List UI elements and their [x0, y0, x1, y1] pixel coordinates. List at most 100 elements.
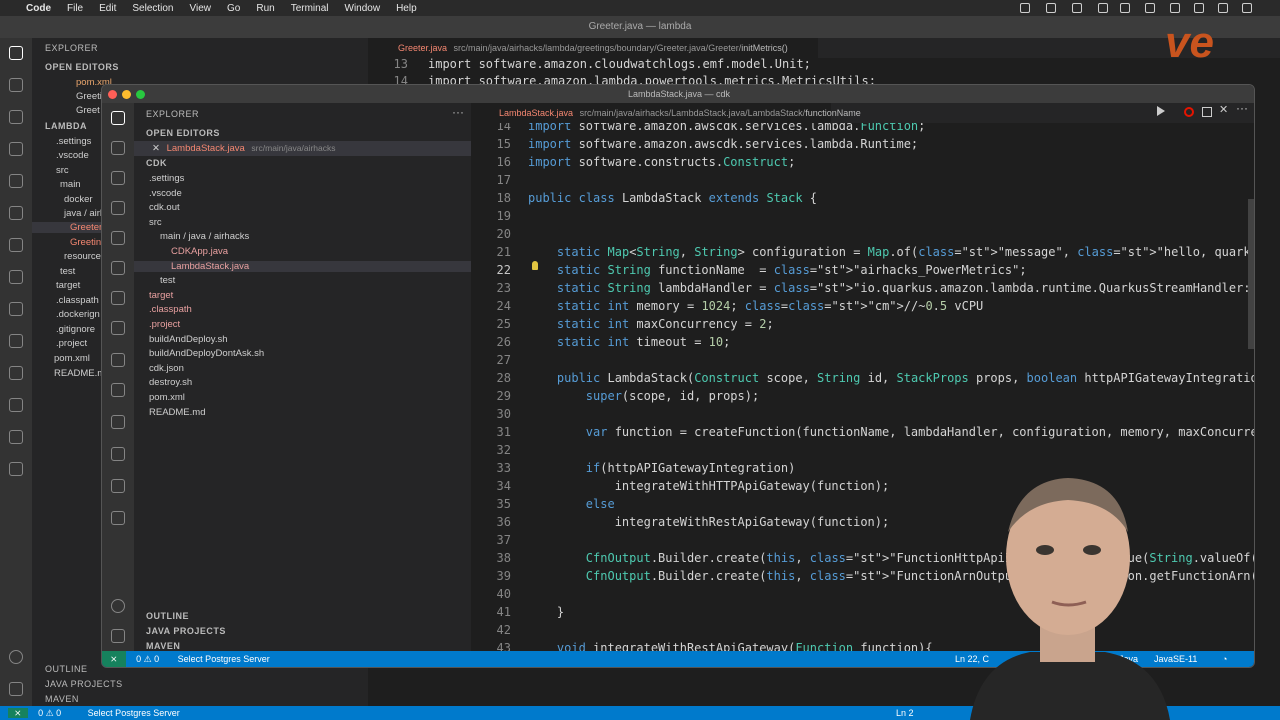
tree-item[interactable]: .dockerign [56, 309, 100, 320]
open-editors-header[interactable]: OPEN EDITORS [146, 128, 220, 138]
remote-icon[interactable] [111, 261, 125, 275]
outline-header[interactable]: OUTLINE [146, 611, 189, 621]
bookmark-icon[interactable] [9, 366, 23, 380]
tree-item[interactable]: main / java / airhacks [134, 231, 471, 242]
code-line[interactable]: import software.constructs.Construct; [528, 155, 795, 169]
code-line[interactable]: static String lambdaHandler = class="st"… [528, 281, 1254, 295]
remote-icon[interactable] [9, 206, 23, 220]
tree-item[interactable]: .settings [134, 173, 471, 184]
code-line[interactable]: integrateWithHTTPApiGateway(function); [528, 479, 890, 493]
extensions-icon[interactable] [111, 231, 125, 245]
tree-item[interactable]: .vscode [56, 150, 89, 161]
search-icon[interactable] [9, 78, 23, 92]
display-tray-icon[interactable] [1098, 3, 1108, 13]
more-actions-icon[interactable]: ··· [452, 105, 464, 119]
notifications-icon[interactable]: ◔ [1222, 651, 1227, 667]
gear-icon[interactable] [9, 682, 23, 696]
gear-icon[interactable] [111, 629, 125, 643]
clock-tray-icon[interactable] [1046, 3, 1056, 13]
tree-item[interactable]: destroy.sh [134, 377, 471, 388]
tree-item-selected[interactable]: Greeter [32, 222, 102, 233]
code-line[interactable]: import software.amazon.cloudwatchlogs.em… [428, 57, 811, 71]
tree-item[interactable]: cdk.json [134, 363, 471, 374]
maven-header[interactable]: MAVEN [45, 694, 79, 704]
tree-item[interactable]: README.md [134, 407, 471, 418]
run-debug-icon[interactable] [111, 201, 125, 215]
wifi-tray-icon[interactable] [1170, 3, 1180, 13]
close-icon[interactable]: ✕ [152, 143, 160, 154]
kubernetes-icon[interactable] [111, 447, 125, 461]
tree-item[interactable]: src [56, 165, 69, 176]
kubernetes-icon[interactable] [9, 398, 23, 412]
bookmark-icon[interactable] [111, 415, 125, 429]
outline-header[interactable]: OUTLINE [45, 664, 88, 674]
open-editor-item[interactable]: Greet [76, 105, 100, 116]
open-editors-header[interactable]: OPEN EDITORS [45, 62, 119, 72]
tree-item[interactable]: pom.xml [134, 392, 471, 403]
editor-scrollbar[interactable] [1248, 199, 1254, 349]
close-editor-icon[interactable]: ✕ [1219, 103, 1228, 116]
aws-icon[interactable] [9, 430, 23, 444]
project-header[interactable]: LAMBDA [45, 121, 87, 131]
tree-item[interactable]: buildAndDeployDontAsk.sh [134, 348, 471, 359]
database-icon[interactable] [9, 302, 23, 316]
tree-item[interactable]: src [134, 217, 471, 228]
cloud-tray-icon[interactable] [1072, 3, 1082, 13]
testing-icon[interactable] [9, 238, 23, 252]
extensions-icon[interactable] [9, 174, 23, 188]
maximize-window-button[interactable] [136, 90, 145, 99]
account-icon[interactable] [111, 599, 125, 613]
database-icon[interactable] [111, 353, 125, 367]
menu-window[interactable]: Window [345, 3, 381, 14]
search-icon[interactable] [111, 141, 125, 155]
search-tray-icon[interactable] [1218, 3, 1228, 13]
tree-item[interactable]: .classpath [134, 304, 471, 315]
code-line[interactable]: public class LambdaStack extends Stack { [528, 191, 817, 205]
tree-item[interactable]: java / airh [64, 208, 105, 219]
tree-item[interactable]: README.m [54, 368, 105, 379]
code-line[interactable]: static int memory = 1024; class=class="s… [528, 299, 983, 313]
tree-item[interactable]: .vscode [134, 188, 471, 199]
tree-item[interactable]: pom.xml [54, 353, 90, 364]
code-line[interactable]: static Map<String, String> configuration… [528, 245, 1254, 259]
java-projects-header[interactable]: JAVA PROJECTS [45, 679, 123, 689]
tab-lambdastack[interactable]: LambdaStack.java src/main/java/airhacks/… [471, 103, 861, 123]
tree-item[interactable]: target [134, 290, 471, 301]
explorer-icon[interactable] [111, 111, 125, 125]
menu-run[interactable]: Run [256, 3, 274, 14]
editor-more-icon[interactable]: ··· [1236, 101, 1248, 115]
menu-selection[interactable]: Selection [132, 3, 173, 14]
code-line[interactable]: else [528, 497, 615, 511]
tree-item[interactable]: CDKApp.java [134, 246, 471, 257]
maven-header[interactable]: MAVEN [146, 641, 180, 651]
open-editor-item[interactable]: ✕ LambdaStack.java src/main/java/airhack… [134, 141, 471, 156]
remote-indicator[interactable]: ⨯ [102, 651, 126, 667]
tree-item[interactable]: target [56, 280, 80, 291]
tree-item[interactable]: .settings [56, 136, 91, 147]
tree-item[interactable]: buildAndDeploy.sh [134, 334, 471, 345]
tree-item[interactable]: LambdaStack.java [134, 260, 471, 272]
menu-go[interactable]: Go [227, 3, 240, 14]
menu-file[interactable]: File [67, 3, 83, 14]
account-icon[interactable] [9, 650, 23, 664]
open-editor-item[interactable]: Greeti [76, 91, 102, 102]
tree-item[interactable]: main [60, 179, 81, 190]
close-window-button[interactable] [108, 90, 117, 99]
lightning-icon[interactable] [9, 334, 23, 348]
code-line[interactable]: public LambdaStack(Construct scope, Stri… [528, 371, 1254, 385]
tree-item[interactable]: test [60, 266, 75, 277]
testing-icon[interactable] [111, 291, 125, 305]
menu-app-name[interactable]: Code [26, 3, 51, 14]
status-task[interactable]: Select Postgres Server [88, 708, 180, 718]
explorer-icon[interactable] [9, 46, 23, 60]
source-control-icon[interactable] [111, 171, 125, 185]
bluetooth-tray-icon[interactable] [1120, 3, 1130, 13]
aws-icon[interactable] [111, 479, 125, 493]
code-line[interactable]: super(scope, id, props); [528, 389, 759, 403]
tree-item[interactable]: .project [134, 319, 471, 330]
code-line[interactable]: static String functionName = class="st">… [528, 263, 1027, 277]
menu-help[interactable]: Help [396, 3, 417, 14]
cursor-position[interactable]: Ln 2 [896, 706, 914, 720]
docker-icon[interactable] [9, 270, 23, 284]
remote-indicator[interactable]: ⨯ [8, 708, 28, 718]
